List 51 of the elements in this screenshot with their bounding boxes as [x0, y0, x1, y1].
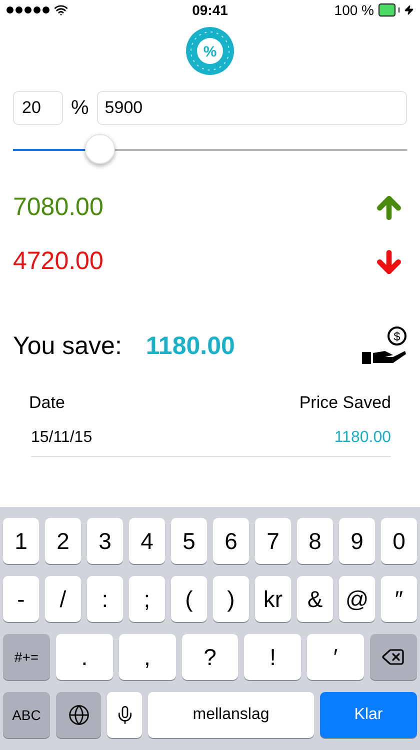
result-value: 7080.00	[13, 192, 104, 224]
keyboard-key[interactable]: )	[213, 576, 249, 622]
keyboard-key[interactable]: -	[3, 576, 39, 622]
keyboard-key[interactable]: ABC	[3, 692, 50, 738]
wifi-icon	[54, 3, 68, 17]
slider-thumb[interactable]	[84, 134, 115, 164]
keyboard-key[interactable]: .	[56, 634, 113, 680]
savings-value: 1180.00	[146, 331, 236, 362]
keyboard-key[interactable]: 8	[297, 518, 333, 564]
keyboard-key[interactable]: ;	[129, 576, 165, 622]
battery-percent: 100 %	[334, 0, 374, 20]
column-header: Date	[29, 392, 65, 414]
globe-key[interactable]	[56, 692, 101, 738]
space-key[interactable]: mellanslag	[148, 692, 314, 738]
table-cell-text: 1180.00	[334, 428, 391, 448]
percent-logo-icon: %	[186, 27, 234, 75]
amount-field[interactable]: 5900	[96, 91, 407, 125]
done-key[interactable]: Klar	[320, 692, 417, 738]
keyboard-key[interactable]: 2	[45, 518, 81, 564]
keyboard-key[interactable]: 9	[339, 518, 375, 564]
keyboard-key[interactable]: !	[244, 634, 302, 680]
keyboard-key[interactable]: ,	[118, 634, 176, 680]
keyboard-key[interactable]: :	[87, 576, 123, 622]
keyboard-key[interactable]: 6	[213, 518, 249, 564]
savings-label: You save:	[13, 331, 122, 362]
keyboard-key[interactable]: @	[339, 576, 375, 622]
signal-icon	[6, 6, 50, 14]
column-header: Price Saved	[299, 392, 391, 414]
keyboard-key[interactable]: ″	[381, 576, 417, 622]
keyboard-key[interactable]: 7	[255, 518, 291, 564]
keyboard-key[interactable]: kr	[255, 576, 291, 622]
keyboard-key[interactable]: ?	[182, 634, 238, 680]
microphone-key[interactable]	[107, 692, 142, 738]
keyboard-key[interactable]: &	[297, 576, 333, 622]
table-cell-text: 15/11/15	[31, 428, 92, 448]
backspace-key[interactable]	[370, 634, 417, 680]
keyboard-key[interactable]: 0	[381, 518, 417, 564]
keyboard-key[interactable]: (	[171, 576, 207, 622]
keyboard-key[interactable]: 3	[87, 518, 123, 564]
keyboard-key[interactable]: 4	[129, 518, 165, 564]
keyboard-key[interactable]: #+=	[3, 634, 50, 680]
status-time: 09:41	[192, 0, 228, 20]
globe-icon	[68, 704, 90, 726]
result-value: 4720.00	[13, 246, 104, 278]
keyboard-key[interactable]: 1	[3, 518, 39, 564]
keyboard-key[interactable]: /	[45, 576, 81, 622]
percent-field[interactable]: 20	[13, 91, 63, 125]
keyboard-key[interactable]: ′	[307, 634, 364, 680]
keyboard-key[interactable]: 5	[171, 518, 207, 564]
charging-icon	[404, 5, 414, 15]
percent-sign: %	[71, 96, 89, 121]
